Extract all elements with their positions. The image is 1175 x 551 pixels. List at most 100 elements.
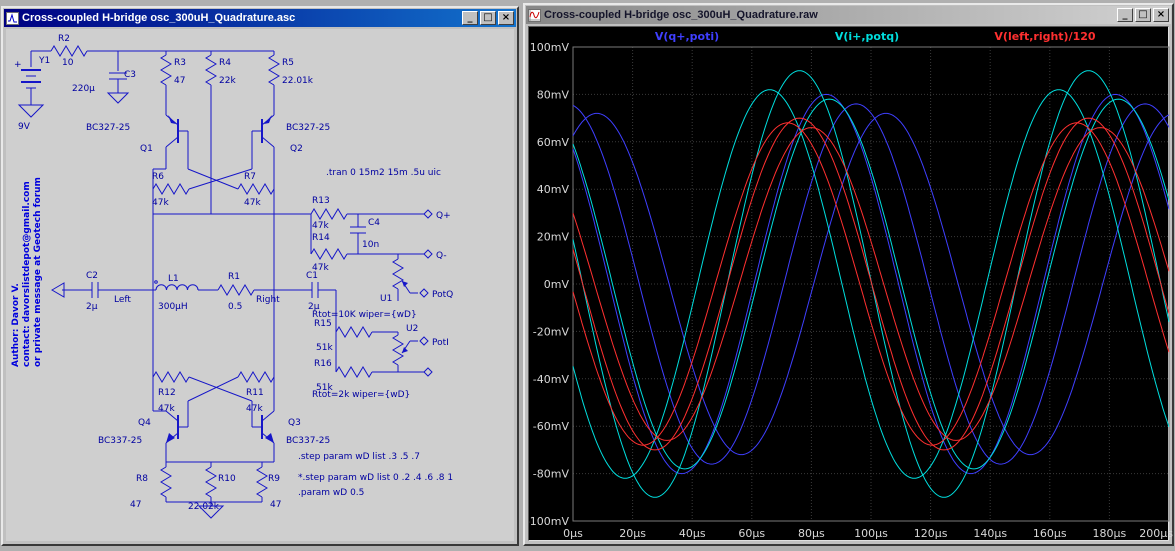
svg-text:R1: R1	[228, 272, 240, 282]
legend-trace-label[interactable]: V(left,right)/120	[994, 30, 1096, 43]
svg-text:9V: 9V	[18, 122, 31, 132]
spice-directive-param[interactable]: .param wD 0.5	[298, 488, 364, 498]
component-resistor-R16[interactable]: R16 51k	[314, 359, 373, 393]
schematic-client-area[interactable]: + Y1 9V R2 10 C3 220µ R3 47 R4 22k R5 22…	[6, 29, 514, 541]
component-resistor-R3[interactable]: R3 47	[160, 54, 186, 86]
component-transistor-Q3[interactable]: Q3 BC337-25	[252, 410, 330, 446]
plot-pane[interactable]: 100mV 80mV 60mV 40mV 20mV 0mV -20mV -40mV -60mV -…	[526, 26, 1173, 541]
svg-text:47k: 47k	[312, 221, 329, 231]
schematic-window-icon[interactable]	[6, 11, 19, 25]
component-inductor-L1[interactable]: L1 300µH	[154, 274, 199, 312]
svg-text:R7: R7	[244, 172, 256, 182]
legend-trace-label[interactable]: V(i+,potq)	[835, 30, 899, 43]
svg-text:R15: R15	[314, 319, 332, 329]
component-capacitor-C1[interactable]: C1 2µ	[306, 271, 320, 312]
svg-text:R13: R13	[312, 196, 330, 206]
component-resistor-R5[interactable]: R5 22.01k	[268, 54, 314, 86]
component-resistor-R1[interactable]: R1 0.5	[217, 272, 255, 312]
component-transistor-Q4[interactable]: Q4 BC337-25	[98, 410, 188, 446]
y-tick-label: -40mV	[533, 373, 570, 386]
svg-text:C4: C4	[368, 218, 380, 228]
x-tick-label: 0µs	[563, 527, 583, 540]
component-resistor-R15[interactable]: R15 51k	[314, 319, 373, 353]
component-potentiometer-U1[interactable]: U1	[380, 258, 411, 304]
component-potentiometer-U2[interactable]: U2	[392, 324, 418, 366]
author-note-line3: or private message at Geotech forum	[33, 177, 43, 367]
port-i-terminal[interactable]	[423, 367, 433, 377]
y-tick-label: 0mV	[544, 278, 570, 291]
svg-text:BC337-25: BC337-25	[286, 436, 330, 446]
svg-text:51k: 51k	[316, 343, 333, 353]
x-tick-label: 20µs	[619, 527, 646, 540]
x-tick-label: 60µs	[738, 527, 765, 540]
ground-symbol[interactable]	[17, 104, 45, 118]
component-resistor-R11[interactable]: R11 47k	[237, 371, 275, 414]
maximize-button[interactable]: □	[480, 11, 496, 25]
svg-text:R11: R11	[246, 388, 264, 398]
svg-text:Q2: Q2	[290, 144, 303, 154]
svg-text:PotQ: PotQ	[432, 290, 453, 300]
ground-symbol[interactable]	[106, 92, 130, 104]
minimize-button[interactable]: _	[1117, 8, 1133, 22]
component-resistor-R13[interactable]: R13 47k	[310, 196, 348, 231]
port-potq[interactable]: PotQ	[419, 288, 453, 300]
waveform-window-icon[interactable]	[528, 8, 541, 22]
port-poti[interactable]: PotI	[419, 336, 449, 348]
plot-canvas[interactable]: 100mV 80mV 60mV 40mV 20mV 0mV -20mV -40mV -60mV -…	[526, 27, 1174, 546]
close-button[interactable]: ×	[498, 11, 514, 25]
port-q-minus[interactable]: Q-	[423, 249, 447, 261]
svg-text:R10: R10	[218, 474, 236, 484]
spice-directive-step2[interactable]: *.step param wD list 0 .2 .4 .6 .8 1	[298, 473, 453, 483]
x-tick-label: 180µs	[1093, 527, 1127, 540]
svg-text:R3: R3	[174, 58, 186, 68]
svg-text:2µ: 2µ	[308, 302, 320, 312]
waveform-titlebar[interactable]: Cross-coupled H-bridge osc_300uH_Quadrat…	[526, 6, 1171, 24]
component-resistor-R6[interactable]: R6 47k	[152, 172, 190, 208]
svg-text:R4: R4	[219, 58, 231, 68]
svg-text:BC337-25: BC337-25	[98, 436, 142, 446]
component-resistor-R2[interactable]: R2 10	[50, 34, 88, 68]
svg-text:47: 47	[130, 500, 141, 510]
y-tick-label: -80mV	[533, 468, 570, 481]
svg-text:0.5: 0.5	[228, 302, 242, 312]
svg-text:R12: R12	[158, 388, 176, 398]
close-button[interactable]: ×	[1153, 8, 1169, 22]
legend-trace-label[interactable]: V(q+,poti)	[655, 30, 719, 43]
svg-text:R8: R8	[136, 474, 148, 484]
component-transistor-Q2[interactable]: Q2 BC327-25	[252, 114, 330, 154]
schematic-titlebar[interactable]: Cross-coupled H-bridge osc_300uH_Quadrat…	[4, 9, 516, 27]
svg-text:Q+: Q+	[436, 211, 451, 221]
component-capacitor-C3[interactable]: C3 220µ	[72, 70, 136, 94]
svg-text:C3: C3	[124, 70, 136, 80]
svg-text:Q-: Q-	[436, 251, 447, 261]
svg-text:10n: 10n	[362, 240, 379, 250]
schematic-canvas[interactable]: + Y1 9V R2 10 C3 220µ R3 47 R4 22k R5 22…	[6, 29, 518, 545]
component-resistor-R10[interactable]: R10 22.02k	[188, 466, 236, 512]
component-resistor-R4[interactable]: R4 22k	[205, 54, 236, 86]
svg-text:U2: U2	[406, 324, 418, 334]
svg-text:L1: L1	[168, 274, 179, 284]
author-note-line1: Author: Davor V.	[11, 283, 21, 367]
spice-directive-step1[interactable]: .step param wD list .3 .5 .7	[298, 452, 420, 462]
maximize-button[interactable]: □	[1135, 8, 1151, 22]
component-capacitor-C4[interactable]: C4 10n	[350, 218, 380, 250]
component-transistor-Q1[interactable]: Q1 BC327-25	[86, 114, 188, 154]
y-tick-label: 20mV	[537, 231, 570, 244]
schematic-window: Cross-coupled H-bridge osc_300uH_Quadrat…	[1, 6, 519, 546]
svg-text:C1: C1	[306, 271, 318, 281]
component-resistor-R12[interactable]: R12 47k	[152, 371, 190, 414]
component-capacitor-C2[interactable]: C2 2µ	[86, 271, 99, 312]
svg-text:Q1: Q1	[140, 144, 153, 154]
x-tick-label: 40µs	[679, 527, 706, 540]
component-resistor-R9[interactable]: R9 47	[256, 466, 281, 510]
port-q-plus[interactable]: Q+	[423, 209, 451, 221]
component-battery-Y1[interactable]: + Y1 9V	[14, 56, 50, 132]
minimize-button[interactable]: _	[462, 11, 478, 25]
component-resistor-R8[interactable]: R8 47	[130, 466, 172, 510]
svg-text:22.01k: 22.01k	[282, 76, 314, 86]
component-resistor-R14[interactable]: R14 47k	[310, 233, 348, 273]
spice-directive-tran[interactable]: .tran 0 15m2 15m .5u uic	[326, 168, 441, 178]
spice-directive-rtoti[interactable]: Rtot=2k wiper={wD}	[312, 390, 410, 400]
x-tick-label: 100µs	[854, 527, 888, 540]
component-resistor-R7[interactable]: R7 47k	[237, 172, 275, 208]
